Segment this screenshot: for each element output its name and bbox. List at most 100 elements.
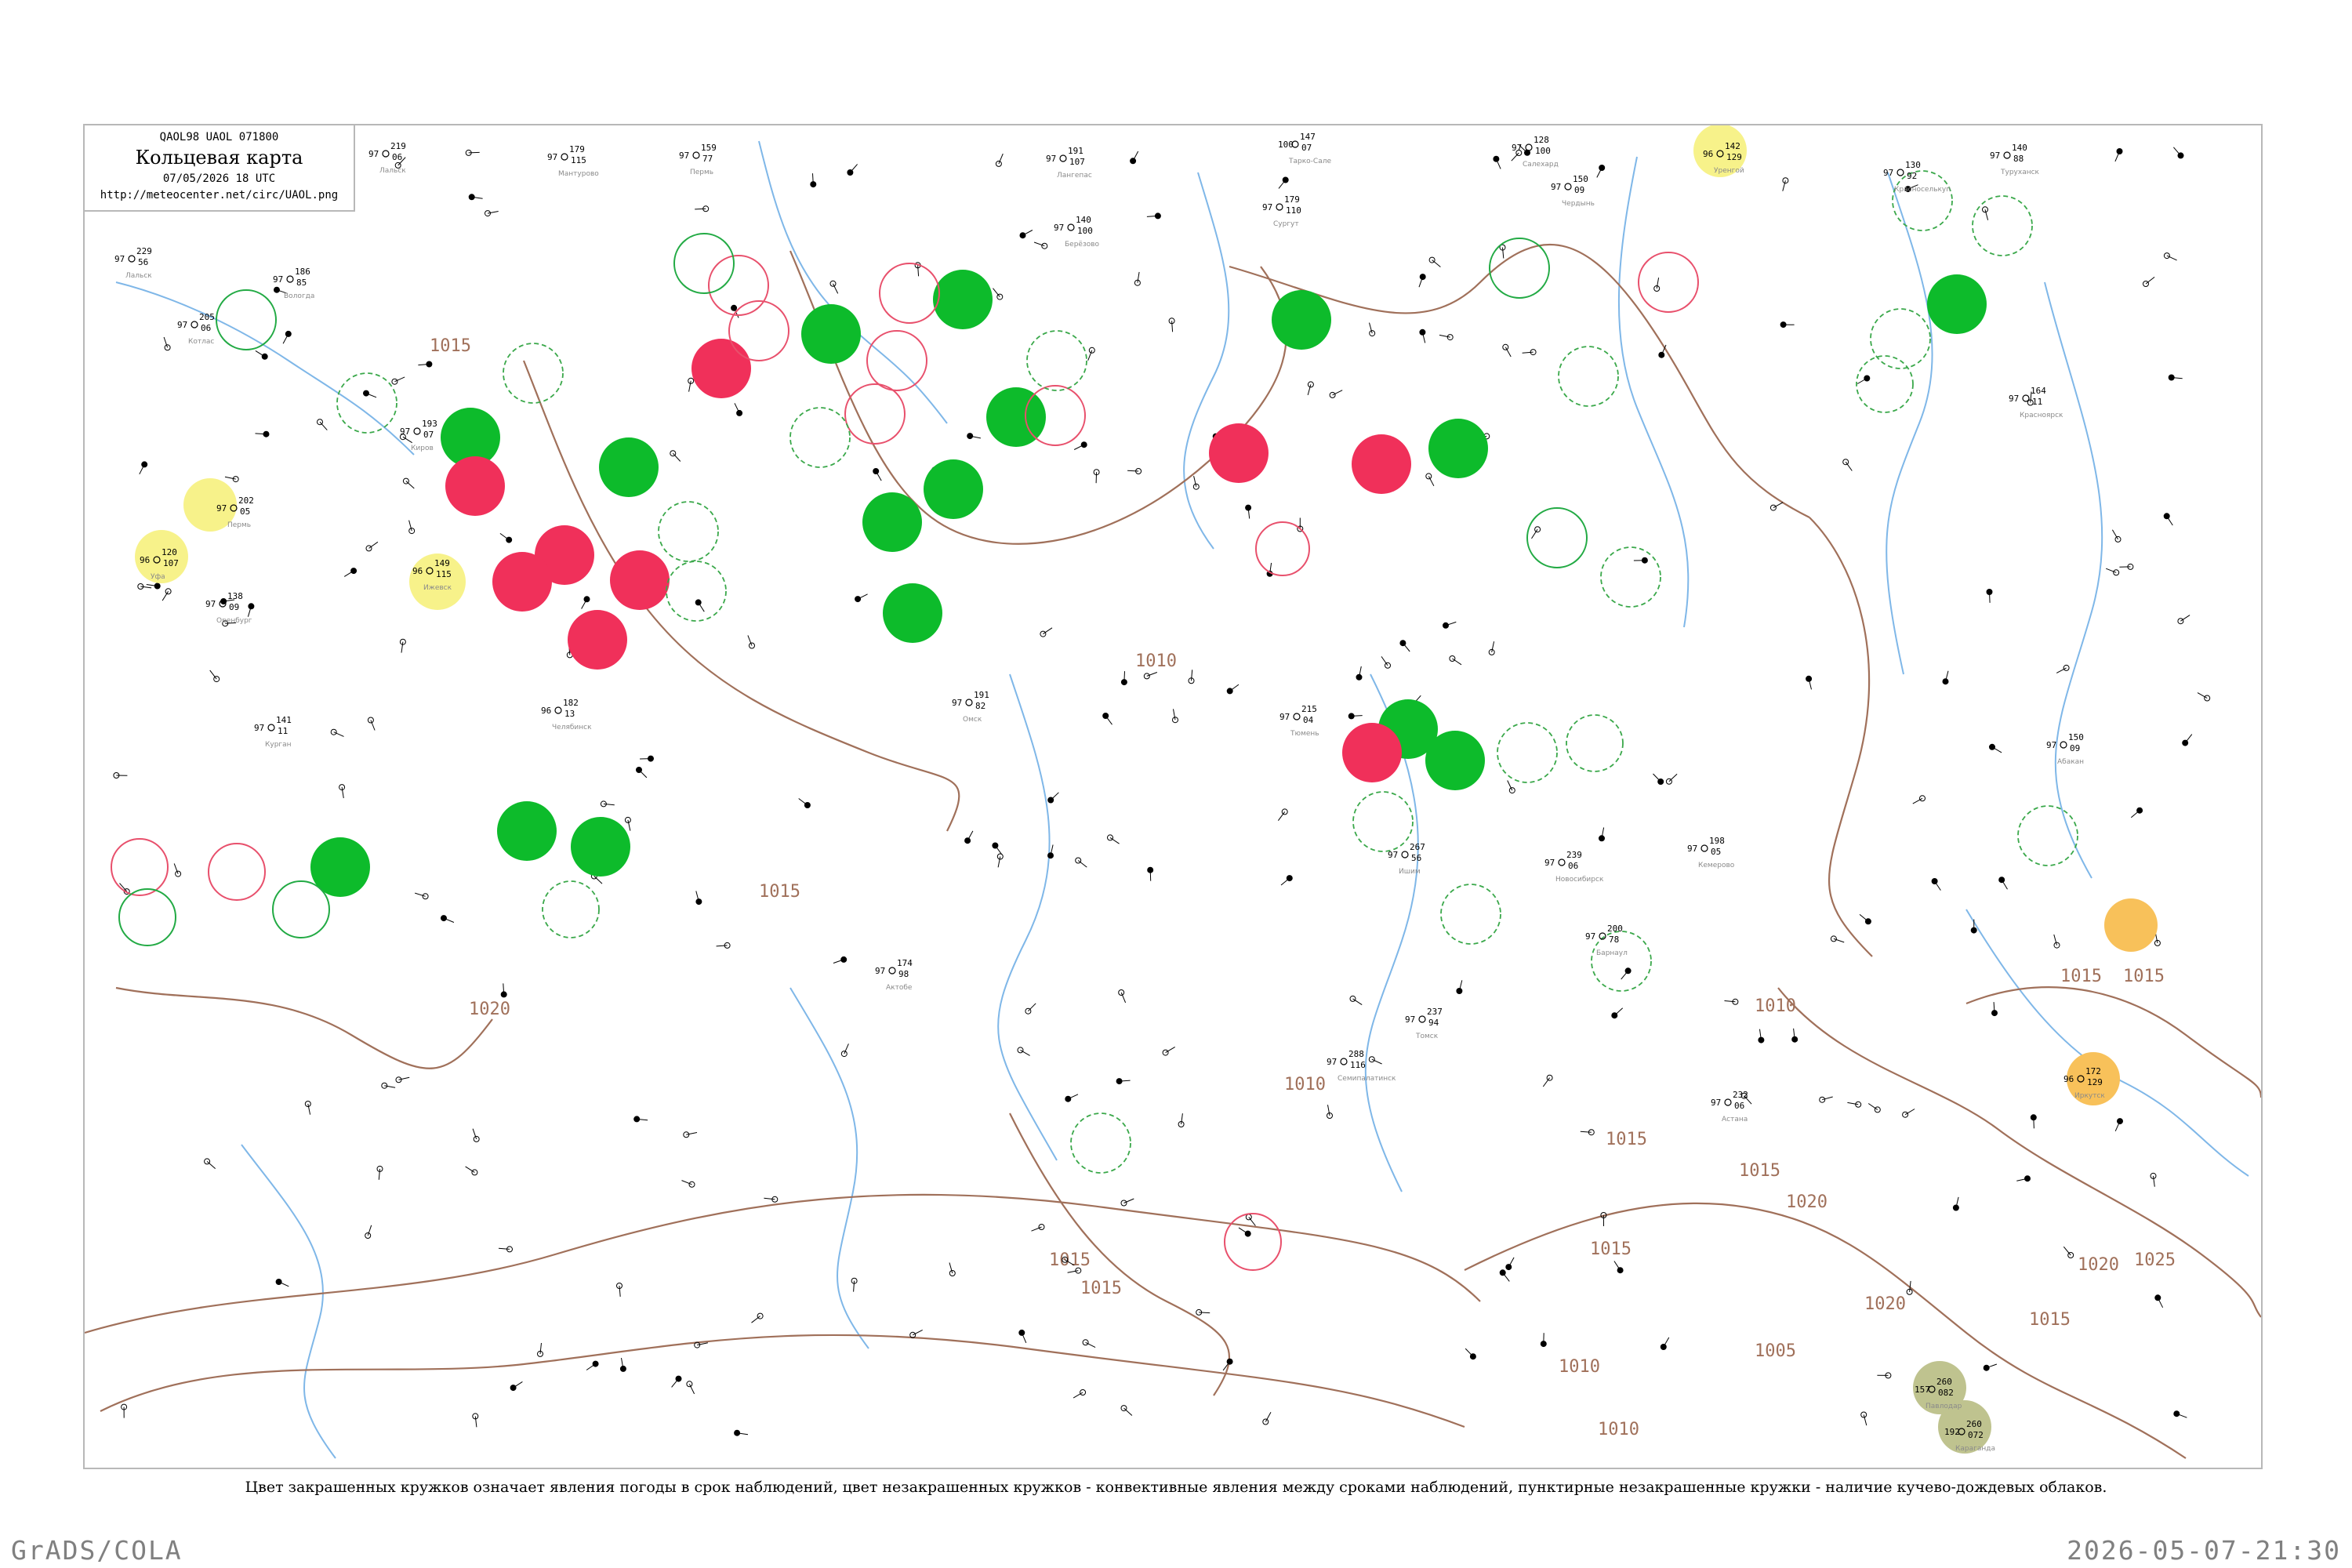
station-temperature: 96 xyxy=(2063,1074,2074,1084)
thunderstorm-circle[interactable] xyxy=(445,456,505,516)
station-plot[interactable]: 174 97 98 Актобе xyxy=(875,958,913,992)
shower-circle[interactable] xyxy=(1428,419,1488,478)
convective-outline-circle[interactable] xyxy=(1255,521,1310,576)
thunderstorm-circle[interactable] xyxy=(1342,723,1402,782)
station-weather-code: 06 xyxy=(392,152,402,162)
convective-outline-circle[interactable] xyxy=(844,383,906,445)
cumulonimbus-circle[interactable] xyxy=(503,343,564,404)
station-plot[interactable]: 150 97 09 Чердынь xyxy=(1551,174,1595,208)
station-plot[interactable]: 150 97 09 Абакан xyxy=(2046,732,2084,766)
station-plot[interactable]: 205 97 06 Котлас xyxy=(177,312,215,346)
cumulonimbus-circle[interactable] xyxy=(2017,805,2078,866)
station-marker xyxy=(1724,1098,1732,1106)
station-plot[interactable]: 182 96 13 Челябинск xyxy=(541,698,592,731)
cumulonimbus-circle[interactable] xyxy=(1600,546,1661,608)
station-weather-code: 107 xyxy=(1069,157,1085,167)
thunderstorm-circle[interactable] xyxy=(691,339,751,398)
station-plot[interactable]: 191 97 82 Омск xyxy=(952,690,989,724)
wind-barb xyxy=(1248,1217,1256,1226)
station-plot[interactable]: 179 97 110 Сургут xyxy=(1262,194,1301,228)
wind-barb xyxy=(1277,811,1286,821)
cumulonimbus-circle[interactable] xyxy=(1870,308,1931,369)
convective-outline-circle[interactable] xyxy=(216,289,277,350)
cumulonimbus-circle[interactable] xyxy=(1558,346,1619,407)
station-plot[interactable]: 140 97 100 Берёзово xyxy=(1054,215,1100,249)
station-plot[interactable]: 288 97 116 Семипалатинск xyxy=(1327,1049,1396,1083)
shower-circle[interactable] xyxy=(1425,731,1485,790)
shower-circle[interactable] xyxy=(497,801,557,861)
convective-outline-circle[interactable] xyxy=(272,880,330,938)
station-plot[interactable]: 186 97 85 Вологда xyxy=(273,267,314,300)
station-temperature: 157 xyxy=(1915,1385,1930,1395)
convective-outline-circle[interactable] xyxy=(1489,238,1550,299)
thunderstorm-circle[interactable] xyxy=(610,550,670,610)
convective-outline-circle[interactable] xyxy=(1638,252,1699,313)
station-plot[interactable]: 128 97 100 Салехард xyxy=(1512,135,1559,169)
shower-circle[interactable] xyxy=(1272,290,1331,350)
station-pressure: 229 xyxy=(136,246,152,256)
thunderstorm-circle[interactable] xyxy=(1352,434,1411,494)
cumulonimbus-circle[interactable] xyxy=(336,372,397,434)
station-name: Тарко-Сале xyxy=(1288,158,1331,165)
wind-barb xyxy=(1522,351,1534,354)
cumulonimbus-circle[interactable] xyxy=(1352,791,1414,852)
shower-circle[interactable] xyxy=(924,459,983,519)
convective-outline-circle[interactable] xyxy=(728,300,789,361)
map-source-url[interactable]: http://meteocenter.net/circ/UAOL.png xyxy=(85,187,354,204)
shower-circle[interactable] xyxy=(801,304,861,364)
convective-outline-circle[interactable] xyxy=(866,330,927,391)
convective-outline-circle[interactable] xyxy=(1526,507,1588,568)
station-plot[interactable]: 219 97 06 Лальск xyxy=(368,141,406,175)
cumulonimbus-circle[interactable] xyxy=(1440,884,1501,945)
station-plot[interactable]: 164 97 11 Красноярск xyxy=(2009,386,2063,419)
station-plot[interactable]: 229 97 56 Лальск xyxy=(114,246,152,280)
station-plot[interactable]: 159 97 77 Пермь xyxy=(679,143,717,176)
cumulonimbus-circle[interactable] xyxy=(1972,195,2033,256)
cumulonimbus-circle[interactable] xyxy=(1497,722,1558,783)
station-dot xyxy=(1493,155,1500,162)
thunderstorm-circle[interactable] xyxy=(1209,423,1269,483)
cumulonimbus-circle[interactable] xyxy=(1026,330,1087,391)
station-plot[interactable]: 239 97 06 Новосибирск xyxy=(1544,850,1604,884)
station-plot[interactable]: 198 97 05 Кемерово xyxy=(1687,836,1735,869)
cumulonimbus-circle[interactable] xyxy=(666,561,727,622)
shower-circle[interactable] xyxy=(933,270,993,329)
isobar-label: 1015 xyxy=(2060,967,2102,986)
cumulonimbus-circle[interactable] xyxy=(658,501,719,562)
shower-circle[interactable] xyxy=(862,492,922,552)
map-canvas[interactable]: 1015 1020 1015 1010 1015 1010 1015 1015 … xyxy=(85,125,2261,1468)
thunderstorm-circle[interactable] xyxy=(492,552,552,612)
dust-circle[interactable] xyxy=(2104,898,2158,952)
station-plot[interactable]: 147 100 07 Тарко-Сале xyxy=(1278,132,1331,165)
station-plot[interactable]: 215 97 04 Тюмень xyxy=(1279,704,1319,738)
station-plot[interactable]: 267 97 56 Ишим xyxy=(1388,842,1425,876)
convective-outline-circle[interactable] xyxy=(208,843,266,901)
cumulonimbus-circle[interactable] xyxy=(1591,931,1652,992)
convective-outline-circle[interactable] xyxy=(111,838,169,896)
shower-circle[interactable] xyxy=(986,387,1046,447)
convective-outline-circle[interactable] xyxy=(708,255,769,316)
shower-circle[interactable] xyxy=(571,817,630,877)
cumulonimbus-circle[interactable] xyxy=(542,880,600,938)
station-plot[interactable]: 140 97 88 Туруханск xyxy=(1990,143,2040,176)
shower-circle[interactable] xyxy=(599,437,659,497)
convective-outline-circle[interactable] xyxy=(879,263,940,324)
isobar-label: 1010 xyxy=(1559,1357,1600,1377)
thunderstorm-circle[interactable] xyxy=(568,610,627,670)
station-plot[interactable]: 179 97 115 Мантурово xyxy=(547,144,599,178)
cumulonimbus-circle[interactable] xyxy=(1892,170,1953,231)
shower-circle[interactable] xyxy=(883,583,942,643)
convective-outline-circle[interactable] xyxy=(118,888,176,946)
station-plot[interactable]: 191 97 107 Лангепас xyxy=(1046,146,1092,180)
cumulonimbus-circle[interactable] xyxy=(1070,1112,1131,1174)
station-plot[interactable]: 232 97 06 Астана xyxy=(1711,1090,1748,1123)
station-plot[interactable]: 200 97 78 Барнаул xyxy=(1585,924,1628,957)
station-plot[interactable]: 141 97 11 Курган xyxy=(254,715,292,749)
convective-outline-circle[interactable] xyxy=(673,233,735,294)
station-plot[interactable]: 138 97 09 Оренбург xyxy=(205,591,252,625)
cumulonimbus-circle[interactable] xyxy=(789,407,851,468)
isobar-label: 1015 xyxy=(1049,1250,1091,1270)
cumulonimbus-circle[interactable] xyxy=(1566,714,1624,772)
shower-circle[interactable] xyxy=(1927,274,1987,334)
station-plot[interactable]: 237 97 94 Томск xyxy=(1405,1007,1443,1040)
